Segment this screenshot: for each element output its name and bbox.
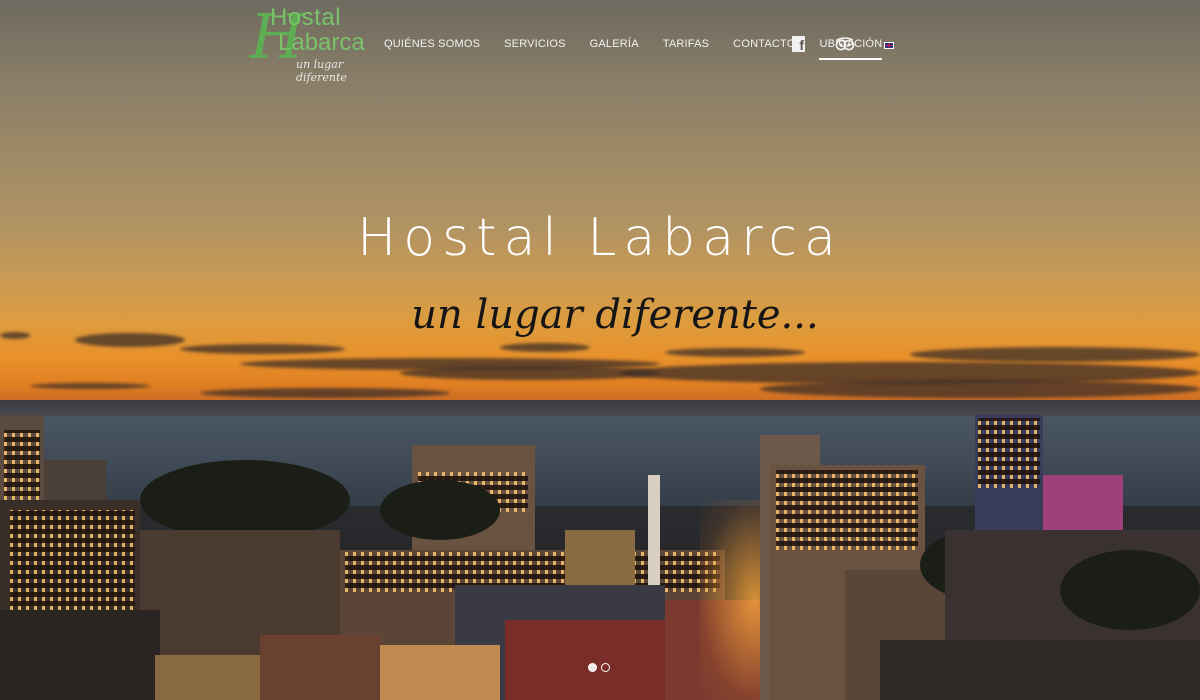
building-windows [10,510,135,610]
building [505,620,665,700]
menu-item-servicios[interactable]: SERVICIOS [504,38,566,60]
trees [1060,550,1200,630]
slider-dot-1[interactable] [588,663,597,672]
menu-item-galeria[interactable]: GALERÍA [590,38,639,60]
building [155,655,265,700]
cloud [665,348,805,357]
cloud [200,388,450,398]
trees [380,480,500,540]
cloud [760,380,1200,398]
cloud [30,383,150,389]
logo-tagline: un lugar diferente [296,58,347,84]
building [880,640,1200,700]
hero-background [0,0,1200,700]
building [0,610,160,700]
hero-title: Hostal Labarca [357,208,843,268]
logo-line1: Hostal [270,4,342,31]
cloud [180,344,345,354]
top-navigation: H Hostal Labarca un lugar diferente QUIÉ… [0,0,1200,90]
menu-item-contacto[interactable]: CONTACTO [733,38,795,60]
cloud [500,343,590,352]
building [260,635,380,700]
city-skyline [0,415,1200,700]
tripadvisor-icon[interactable] [835,37,855,51]
building [360,645,500,700]
main-menu: QUIÉNES SOMOS SERVICIOS GALERÍA TARIFAS … [384,38,906,60]
facebook-icon[interactable]: f [792,36,805,52]
building-windows [978,418,1040,488]
hero-subtitle: un lugar diferente... [411,292,819,338]
menu-item-quienes-somos[interactable]: QUIÉNES SOMOS [384,38,480,60]
uk-flag-icon[interactable] [884,42,894,49]
hostal-labarca-logo[interactable]: H Hostal Labarca un lugar diferente [250,4,365,85]
menu-item-tarifas[interactable]: TARIFAS [663,38,709,60]
slider-pagination [588,663,610,672]
trees [140,460,350,540]
logo-line2: Labarca [278,29,365,56]
cloud [910,347,1200,362]
slider-dot-2[interactable] [601,663,610,672]
building-windows [776,470,918,550]
building-windows [4,430,40,500]
